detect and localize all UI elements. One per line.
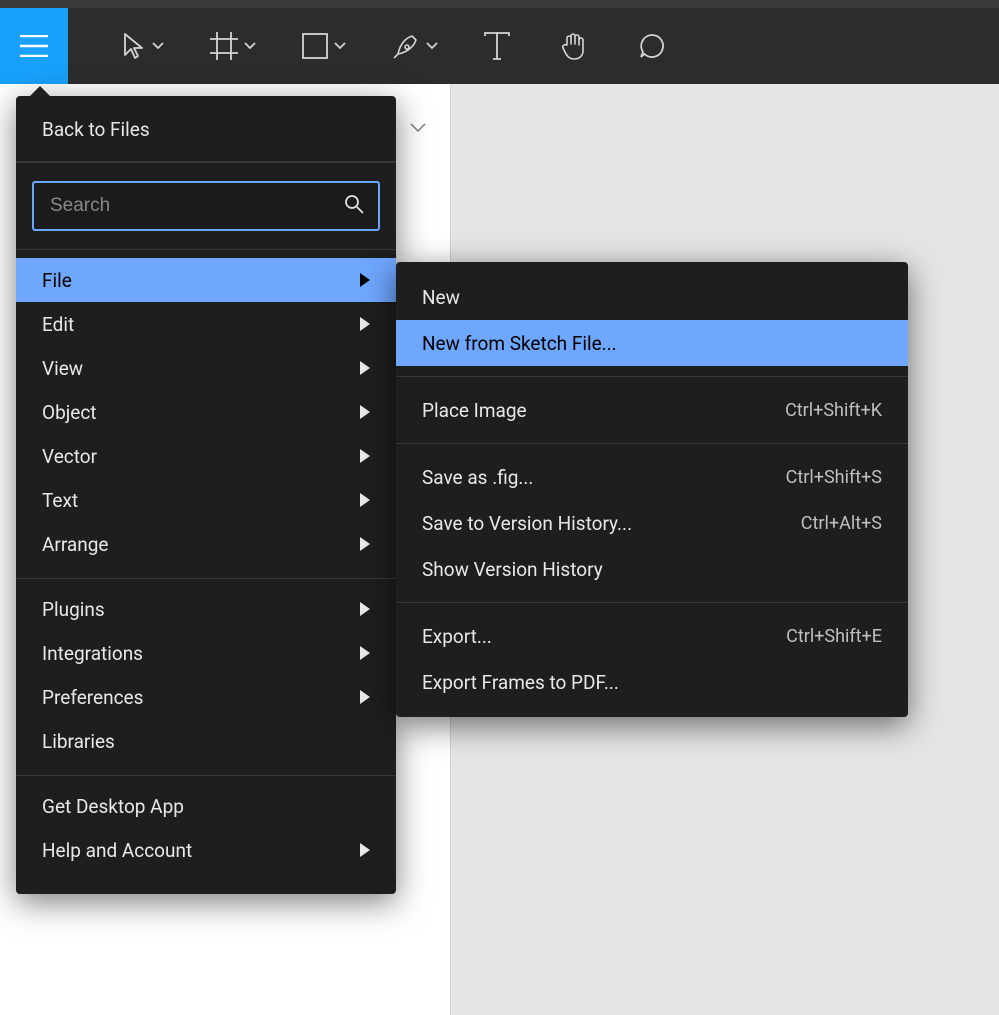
menu-item-integrations[interactable]: Integrations <box>16 631 396 675</box>
menu-item-plugins[interactable]: Plugins <box>16 587 396 631</box>
pen-icon <box>392 32 420 60</box>
menu-item-label: Preferences <box>42 686 143 709</box>
menu-item-label: Arrange <box>42 533 108 556</box>
move-tool[interactable] <box>108 8 178 84</box>
submenu-item-export[interactable]: Export... Ctrl+Shift+E <box>396 613 908 659</box>
submenu-arrow-icon <box>360 317 370 331</box>
submenu-arrow-icon <box>360 493 370 507</box>
submenu-item-save-to-version-history[interactable]: Save to Version History... Ctrl+Alt+S <box>396 500 908 546</box>
menu-item-label: Integrations <box>42 642 143 665</box>
menu-item-help-and-account[interactable]: Help and Account <box>16 828 396 872</box>
submenu-arrow-icon <box>360 449 370 463</box>
menu-item-preferences[interactable]: Preferences <box>16 675 396 719</box>
main-menu: Back to Files File Edit View Object Vector Te… <box>16 96 396 894</box>
menu-item-label: File <box>42 269 72 292</box>
chevron-down-icon <box>244 42 256 50</box>
menu-item-label: Help and Account <box>42 839 192 862</box>
search-icon <box>344 194 364 219</box>
frame-tool[interactable] <box>196 8 270 84</box>
menu-item-label: Text <box>42 489 78 512</box>
submenu-arrow-icon <box>360 361 370 375</box>
text-icon <box>484 32 510 60</box>
submenu-item-label: Show Version History <box>422 558 603 581</box>
menu-item-view[interactable]: View <box>16 346 396 390</box>
menu-item-label: Object <box>42 401 97 424</box>
chevron-down-icon <box>152 42 164 50</box>
submenu-item-shortcut: Ctrl+Shift+K <box>785 400 882 421</box>
submenu-item-shortcut: Ctrl+Shift+E <box>786 626 882 647</box>
submenu-item-label: Save to Version History... <box>422 512 632 535</box>
submenu-arrow-icon <box>360 690 370 704</box>
menu-back-label: Back to Files <box>42 118 150 141</box>
cursor-icon <box>122 32 146 60</box>
comment-icon <box>638 32 666 60</box>
submenu-item-label: New from Sketch File... <box>422 332 617 355</box>
menu-item-file[interactable]: File <box>16 258 396 302</box>
menu-item-arrange[interactable]: Arrange <box>16 522 396 566</box>
submenu-item-label: Export... <box>422 625 492 648</box>
main-menu-button[interactable] <box>0 8 68 84</box>
menu-search[interactable] <box>32 181 380 231</box>
menu-item-vector[interactable]: Vector <box>16 434 396 478</box>
hand-icon <box>560 31 588 61</box>
menu-item-libraries[interactable]: Libraries <box>16 719 396 763</box>
hand-tool[interactable] <box>546 8 602 84</box>
submenu-arrow-icon <box>360 843 370 857</box>
menu-item-label: Libraries <box>42 730 115 753</box>
chevron-down-icon <box>334 42 346 50</box>
text-tool[interactable] <box>470 8 524 84</box>
window-chrome <box>0 0 999 8</box>
menu-search-input[interactable] <box>48 194 344 218</box>
menu-item-text[interactable]: Text <box>16 478 396 522</box>
submenu-item-new-from-sketch-file[interactable]: New from Sketch File... <box>396 320 908 366</box>
submenu-arrow-icon <box>360 273 370 287</box>
submenu-item-place-image[interactable]: Place Image Ctrl+Shift+K <box>396 387 908 433</box>
frame-icon <box>210 32 238 60</box>
menu-item-get-desktop-app[interactable]: Get Desktop App <box>16 784 396 828</box>
submenu-item-shortcut: Ctrl+Shift+S <box>786 467 882 488</box>
menu-item-label: Edit <box>42 313 74 336</box>
hamburger-icon <box>20 35 48 57</box>
menu-item-object[interactable]: Object <box>16 390 396 434</box>
chevron-down-icon <box>426 42 438 50</box>
file-submenu: New New from Sketch File... Place Image Ctr… <box>396 262 908 717</box>
submenu-arrow-icon <box>360 537 370 551</box>
submenu-arrow-icon <box>360 646 370 660</box>
rectangle-icon <box>302 33 328 59</box>
submenu-item-show-version-history[interactable]: Show Version History <box>396 546 908 592</box>
submenu-arrow-icon <box>360 602 370 616</box>
tool-group <box>68 8 680 84</box>
submenu-arrow-icon <box>360 405 370 419</box>
menu-item-label: Plugins <box>42 598 105 621</box>
submenu-divider <box>396 602 908 603</box>
menu-item-label: Vector <box>42 445 97 468</box>
panel-collapse-chevron[interactable] <box>410 118 426 137</box>
comment-tool[interactable] <box>624 8 680 84</box>
submenu-item-shortcut: Ctrl+Alt+S <box>801 513 882 534</box>
pen-tool[interactable] <box>378 8 452 84</box>
submenu-item-label: Place Image <box>422 399 527 422</box>
menu-item-label: Get Desktop App <box>42 795 184 818</box>
shape-tool[interactable] <box>288 8 360 84</box>
submenu-divider <box>396 443 908 444</box>
submenu-item-save-as-fig[interactable]: Save as .fig... Ctrl+Shift+S <box>396 454 908 500</box>
menu-item-edit[interactable]: Edit <box>16 302 396 346</box>
submenu-item-export-frames-to-pdf[interactable]: Export Frames to PDF... <box>396 659 908 705</box>
menu-search-wrap <box>16 162 396 249</box>
submenu-item-new[interactable]: New <box>396 274 908 320</box>
menu-item-label: View <box>42 357 83 380</box>
submenu-item-label: Export Frames to PDF... <box>422 671 619 694</box>
menu-back-to-files[interactable]: Back to Files <box>16 96 396 161</box>
submenu-divider <box>396 376 908 377</box>
toolbar <box>0 8 999 84</box>
submenu-item-label: Save as .fig... <box>422 466 533 489</box>
submenu-item-label: New <box>422 286 460 309</box>
